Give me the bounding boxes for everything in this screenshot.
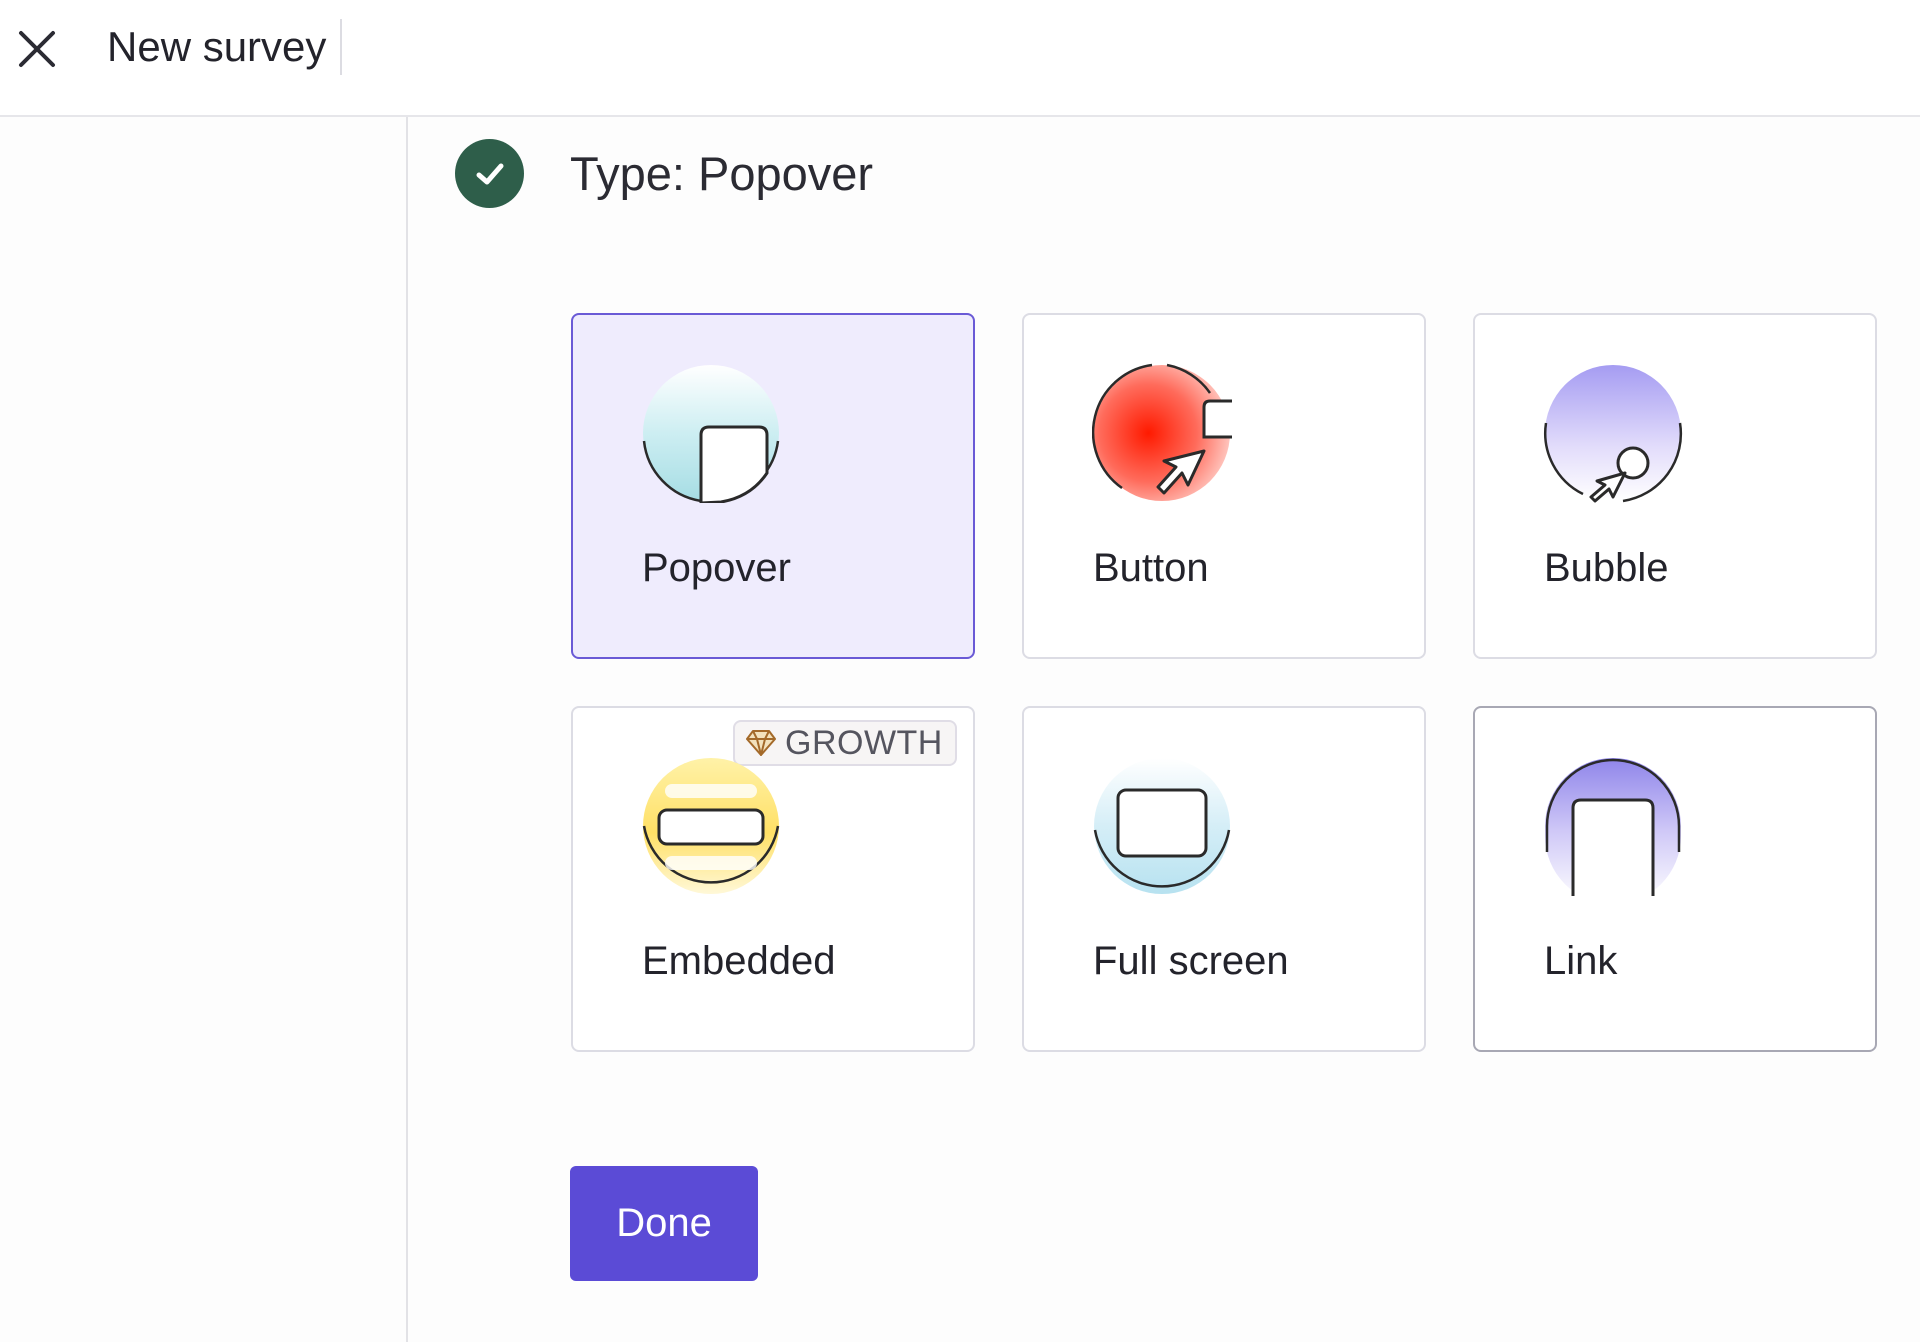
page-title: New survey [107, 23, 327, 70]
button-cursor-icon [1092, 363, 1232, 501]
done-button[interactable]: Done [570, 1166, 758, 1281]
sidebar-divider [406, 117, 408, 1342]
survey-type-button[interactable]: Button [1022, 313, 1426, 659]
step-complete-badge [455, 139, 524, 208]
survey-type-embedded[interactable]: GROWTH Embedded [571, 706, 975, 1052]
badge-label: GROWTH [785, 723, 943, 762]
popover-icon [642, 365, 780, 503]
full-screen-icon [1093, 758, 1231, 894]
survey-type-label: Popover [642, 546, 791, 590]
title-divider [340, 19, 342, 75]
survey-type-label: Button [1093, 546, 1209, 590]
survey-type-label: Bubble [1544, 546, 1669, 590]
survey-type-link[interactable]: Link [1473, 706, 1877, 1052]
survey-type-bubble[interactable]: Bubble [1473, 313, 1877, 659]
top-bar: New survey [0, 0, 1920, 117]
survey-type-label: Full screen [1093, 939, 1289, 983]
check-icon [476, 163, 503, 184]
diamond-icon [746, 730, 776, 756]
step-title: Type: Popover [570, 147, 874, 200]
survey-type-full-screen[interactable]: Full screen [1022, 706, 1426, 1052]
close-icon [19, 31, 55, 67]
close-button[interactable] [12, 24, 62, 74]
bubble-icon [1544, 365, 1683, 503]
link-icon [1545, 758, 1681, 896]
embedded-icon [642, 758, 780, 894]
survey-type-popover[interactable]: Popover [571, 313, 975, 659]
survey-type-label: Link [1544, 939, 1618, 983]
survey-type-label: Embedded [642, 939, 836, 983]
